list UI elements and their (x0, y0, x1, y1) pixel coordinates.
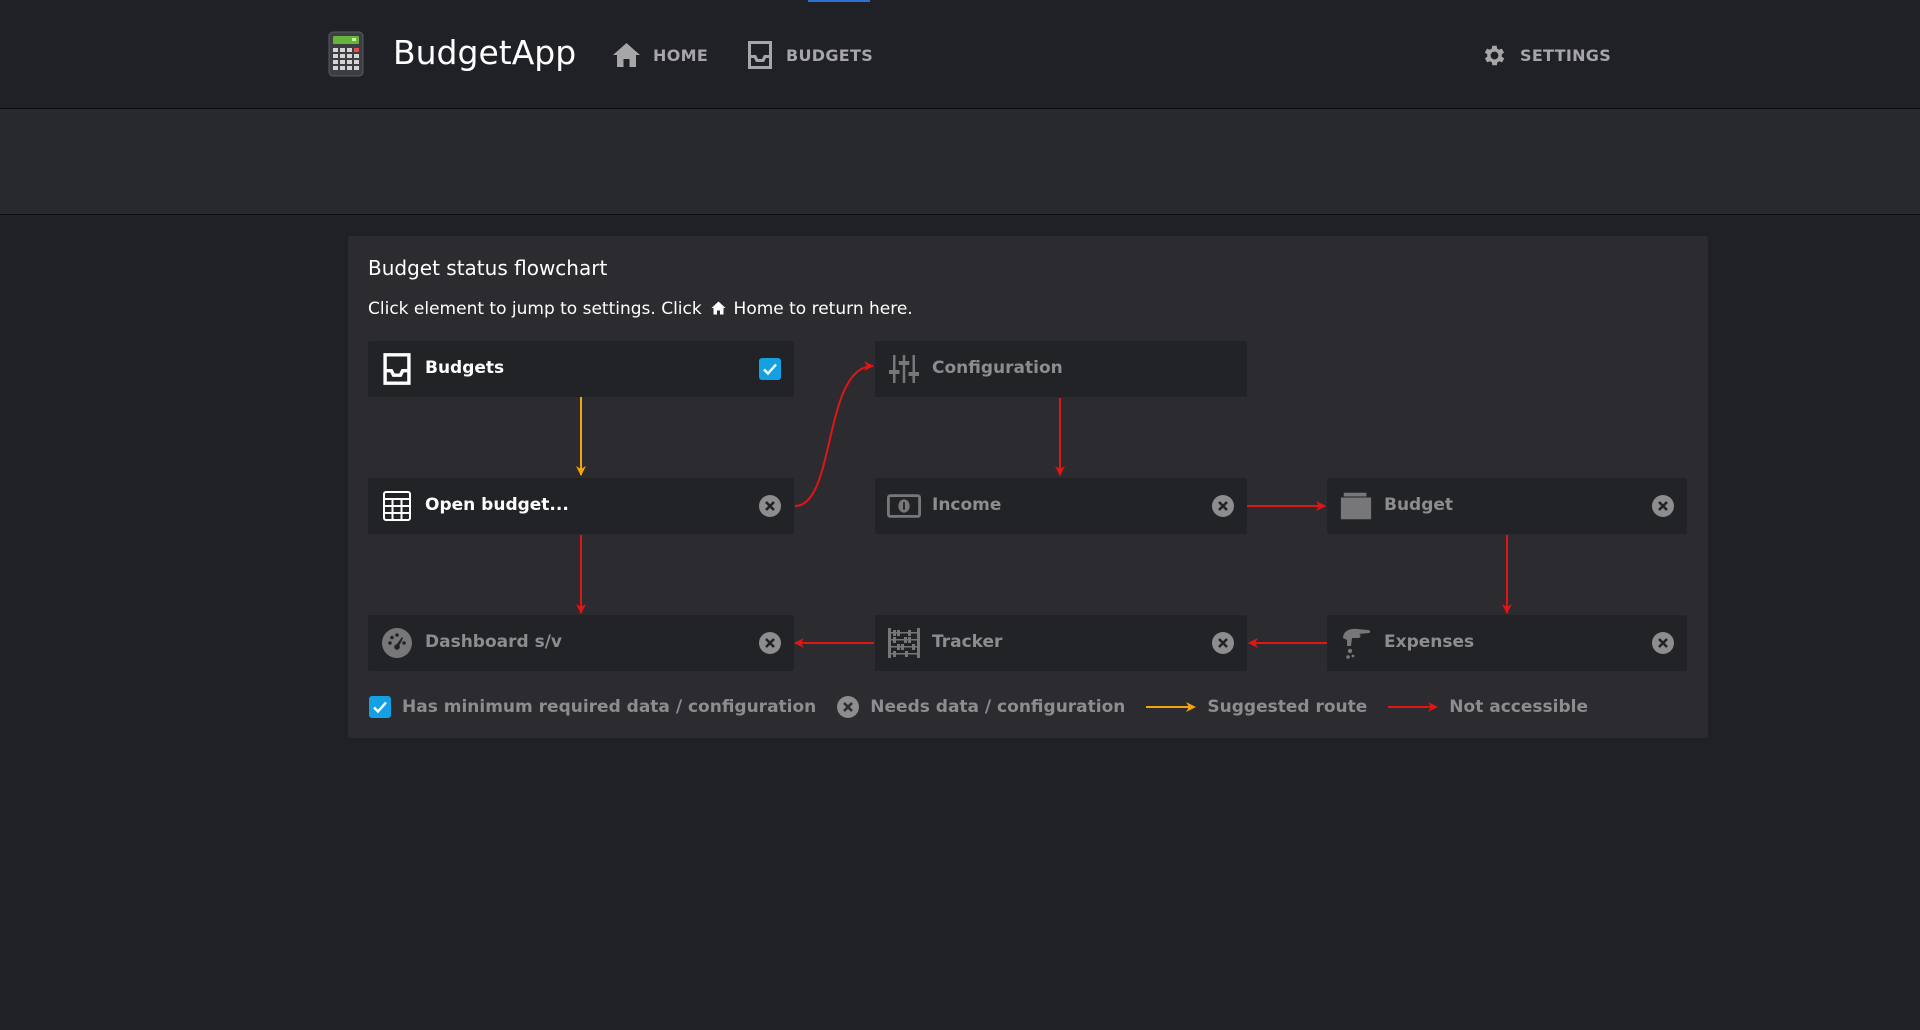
red-arrow-icon (1388, 702, 1439, 712)
nav-settings-label: SETTINGS (1520, 45, 1612, 65)
legend-ok-label: Has minimum required data / configuratio… (402, 697, 817, 717)
legend-ok: Has minimum required data / configuratio… (368, 695, 816, 719)
node-budget[interactable]: Budget (1327, 478, 1687, 534)
calculator-logo-icon[interactable] (328, 31, 364, 81)
inbox-icon (748, 41, 772, 69)
legend-needs-label: Needs data / configuration (870, 697, 1126, 717)
legend-suggested: Suggested route (1145, 697, 1367, 717)
node-open-budget-label: Open budget... (425, 495, 569, 515)
x-circle-icon (1652, 632, 1674, 654)
node-configuration[interactable]: Configuration (875, 341, 1247, 397)
gauge-icon (380, 627, 414, 659)
x-circle-icon (837, 696, 860, 718)
legend-suggested-label: Suggested route (1207, 697, 1368, 717)
x-circle-icon (759, 632, 781, 654)
sliders-icon (887, 353, 921, 385)
node-income[interactable]: Income (875, 478, 1247, 534)
flowchart-legend: Has minimum required data / configuratio… (368, 694, 1608, 720)
wallet-icon (1339, 490, 1373, 522)
arrow-open-to-configuration (794, 361, 874, 507)
nav-budgets[interactable]: BUDGETS (746, 38, 873, 72)
sub-header (0, 109, 1920, 215)
node-budgets-label: Budgets (425, 358, 505, 378)
node-budgets[interactable]: Budgets (368, 341, 794, 397)
nav-settings[interactable]: SETTINGS (1481, 38, 1611, 72)
check-icon (759, 358, 781, 380)
orange-arrow-icon (1146, 702, 1197, 712)
nav-home[interactable]: HOME (612, 38, 708, 72)
x-circle-icon (759, 495, 781, 517)
flowchart-panel: Budget status flowchart Click element to… (348, 236, 1708, 738)
node-expenses-label: Expenses (1384, 632, 1475, 652)
top-navbar: BudgetApp HOME BUDGETS SETTINGS (0, 0, 1920, 109)
nav-home-label: HOME (653, 45, 709, 65)
node-configuration-label: Configuration (932, 358, 1063, 378)
abacus-icon (887, 627, 921, 659)
home-icon (613, 43, 640, 67)
legend-not-accessible: Not accessible (1387, 697, 1588, 717)
x-circle-icon (1212, 495, 1234, 517)
gear-icon (1484, 45, 1505, 65)
money-icon (887, 490, 921, 522)
node-tracker-label: Tracker (932, 632, 1003, 652)
node-income-label: Income (932, 495, 1002, 515)
active-indicator (808, 0, 870, 2)
node-dashboard-label: Dashboard s/v (425, 632, 563, 652)
x-circle-icon (1652, 495, 1674, 517)
hand-coin-icon (1339, 627, 1373, 659)
legend-needs: Needs data / configuration (836, 695, 1125, 719)
node-dashboard[interactable]: Dashboard s/v (368, 615, 794, 671)
nav-budgets-label: BUDGETS (786, 45, 874, 65)
node-expenses[interactable]: Expenses (1327, 615, 1687, 671)
table-icon (380, 490, 414, 522)
check-icon (369, 696, 391, 718)
node-budget-label: Budget (1384, 495, 1454, 515)
app-brand[interactable]: BudgetApp (393, 33, 576, 72)
x-circle-icon (1212, 632, 1234, 654)
node-tracker[interactable]: Tracker (875, 615, 1247, 671)
node-open-budget[interactable]: Open budget... (368, 478, 794, 534)
inbox-icon (380, 353, 414, 385)
legend-not-accessible-label: Not accessible (1449, 697, 1588, 717)
